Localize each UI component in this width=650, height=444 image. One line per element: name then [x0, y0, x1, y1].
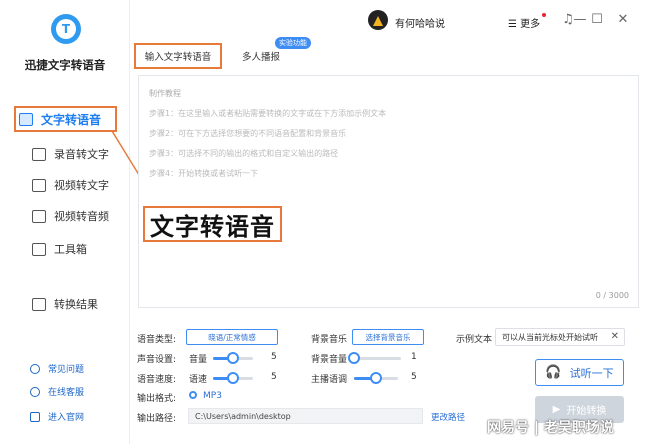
avatar[interactable]	[368, 10, 388, 30]
tone-value: 5	[411, 372, 417, 382]
tone-label: 主播语调	[311, 375, 348, 385]
sample-text-value: 可以从当前光标处开始试听	[502, 332, 598, 342]
bg-volume-slider[interactable]	[348, 352, 401, 364]
bg-music-label: 背景音乐	[311, 335, 348, 345]
close-icon[interactable]: ✕	[616, 12, 630, 27]
minimize-icon[interactable]: —	[573, 12, 587, 27]
rate-slider[interactable]	[213, 372, 253, 384]
volume-slider[interactable]	[213, 352, 253, 364]
path-label: 输出路径:	[137, 414, 177, 424]
watermark: 网易号 | 老吴职场说	[487, 420, 614, 436]
guide-step: 步骤3：可选择不同的输出的格式和自定义输出的路径	[149, 149, 339, 158]
volume-slider-knob[interactable]	[227, 352, 239, 364]
guide-step: 步骤4：开始转换或者试听一下	[149, 169, 259, 178]
bg-volume-label: 背景音量	[311, 355, 348, 365]
sample-text-field[interactable]: 可以从当前光标处开始试听 ✕	[495, 328, 625, 346]
close-icon[interactable]: ✕	[611, 331, 619, 342]
headphones-icon: 🎧	[545, 365, 562, 380]
output-path-field[interactable]: C:\Users\admin\desktop	[188, 408, 423, 424]
tone-slider-knob[interactable]	[370, 372, 382, 384]
voice-type-label: 语音类型:	[137, 335, 177, 345]
rate-label: 语速	[189, 375, 208, 385]
voice-type-button[interactable]: 晓语/正常情感	[186, 329, 278, 345]
bg-music-button[interactable]: 选择背景音乐	[352, 329, 424, 345]
text-editor[interactable]: 制作教程 步骤1：在这里输入或者粘贴需要转换的文字或在下方添加示例文本 步骤2：…	[138, 75, 639, 308]
more-label: 更多	[520, 19, 541, 30]
volume-value: 5	[271, 352, 277, 362]
play-icon: ▶	[552, 404, 561, 415]
tone-slider[interactable]	[354, 372, 398, 384]
experimental-badge: 实验功能	[275, 37, 311, 49]
more-menu[interactable]: ☰ 更多	[508, 15, 540, 30]
speed-label: 语音速度:	[137, 375, 177, 385]
char-counter: 0 / 3000	[595, 291, 629, 300]
guide-title: 制作教程	[149, 89, 181, 98]
guide-step: 步骤2：可在下方选择您想要的不同语音配置和背景音乐	[149, 129, 347, 138]
maximize-icon[interactable]: ☐	[590, 12, 604, 27]
sound-setting-label: 声音设置:	[137, 355, 177, 365]
username[interactable]: 有何哈哈说	[395, 15, 445, 30]
listen-label: 试听一下	[569, 366, 614, 380]
tab-text-to-speech[interactable]: 输入文字转语音	[134, 43, 222, 69]
listen-button[interactable]: 🎧 试听一下	[535, 359, 624, 386]
annotation-label: 文字转语音	[143, 206, 282, 242]
menu-icon: ☰	[508, 19, 521, 30]
rate-slider-knob[interactable]	[227, 372, 239, 384]
format-value: MP3	[203, 391, 222, 401]
sample-text-label: 示例文本	[456, 335, 493, 345]
format-label: 输出格式:	[137, 394, 177, 404]
start-label: 开始转换	[566, 406, 607, 417]
guide-step: 步骤1：在这里输入或者粘贴需要转换的文字或在下方添加示例文本	[149, 109, 387, 118]
mp3-radio[interactable]	[189, 391, 197, 399]
change-path-link[interactable]: 更改路径	[431, 411, 465, 423]
volume-label: 音量	[189, 355, 208, 365]
notification-dot	[542, 13, 546, 17]
bg-volume-value: 1	[411, 352, 417, 362]
rate-value: 5	[271, 372, 277, 382]
